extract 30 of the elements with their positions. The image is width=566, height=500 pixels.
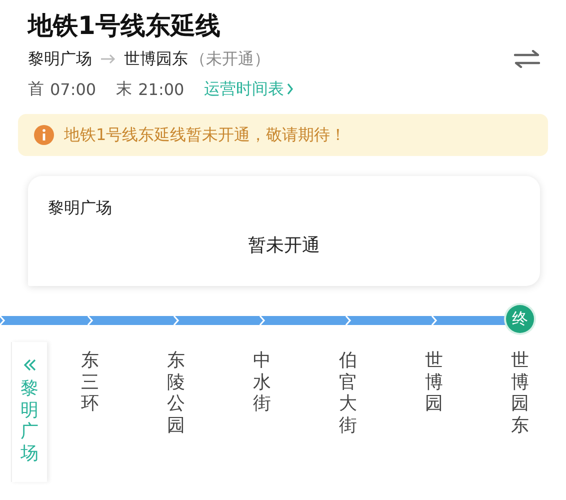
last-train-time: 21:00 [138, 80, 184, 98]
origin-station: 黎明广场 [28, 48, 92, 70]
station-name[interactable]: 东三环 [81, 350, 99, 415]
station-name: 黎明广场 [20, 378, 38, 464]
page-title: 地铁1号线东延线 [28, 10, 222, 42]
station-name[interactable]: 世博园东 [511, 350, 529, 436]
swap-icon[interactable] [514, 50, 540, 68]
first-train-label: 首 [28, 78, 44, 100]
status-label: （未开通） [190, 48, 270, 70]
station-name[interactable]: 世博园 [425, 350, 443, 415]
double-chevron-icon [22, 358, 36, 372]
station-name: 黎明广场 [48, 198, 112, 219]
chevron-icon [0, 315, 6, 326]
chevron-icon [86, 315, 94, 326]
station-name[interactable]: 东陵公园 [167, 350, 185, 436]
status-text: 暂未开通 [248, 234, 320, 257]
chevron-icon [172, 315, 180, 326]
terminal-badge: 终 [506, 305, 534, 333]
chevron-icon [430, 315, 438, 326]
station-name[interactable]: 中水街 [253, 350, 271, 415]
chevron-right-icon [286, 83, 294, 95]
station-name[interactable]: 伯官大街 [339, 350, 357, 436]
chevron-icon [344, 315, 352, 326]
notice-text: 地铁1号线东延线暂未开通，敬请期待！ [64, 124, 346, 146]
arrow-icon [100, 54, 116, 64]
last-train-label: 末 [116, 78, 132, 100]
first-train-time: 07:00 [50, 80, 96, 98]
destination-station: 世博园东 [124, 48, 188, 70]
chevron-icon [258, 315, 266, 326]
info-icon [34, 125, 54, 145]
